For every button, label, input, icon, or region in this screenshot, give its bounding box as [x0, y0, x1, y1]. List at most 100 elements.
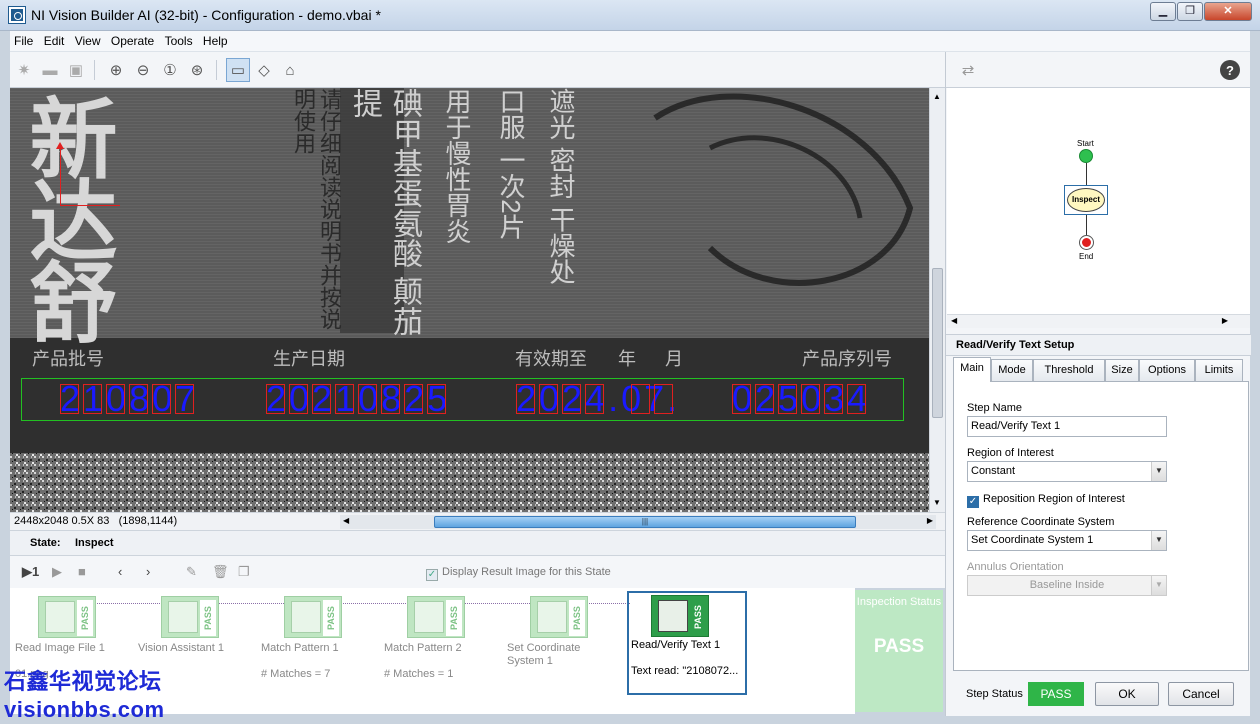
stop-icon[interactable]: ■: [78, 564, 86, 579]
step-match-pattern-2[interactable]: PASS Match Pattern 2 # Matches = 1: [379, 592, 499, 710]
image-hscroll[interactable]: ◀ ||| ▶: [340, 515, 936, 529]
chevron-down-icon: ▼: [1151, 576, 1166, 595]
char-box: [562, 384, 581, 414]
vertical-text-3: 碘甲基蛋氨酸 颠茄提: [348, 88, 421, 337]
roi-label: Region of Interest: [967, 447, 1054, 459]
tab-threshold[interactable]: Threshold: [1033, 359, 1105, 381]
label-year: 年: [618, 349, 636, 369]
setup-tabs: Main Mode Threshold Size Options Limits: [953, 357, 1249, 382]
label-batch: 产品批号: [32, 349, 104, 369]
delete-step-icon[interactable]: 🗑: [212, 564, 229, 580]
tab-main[interactable]: Main: [953, 357, 991, 382]
ok-button[interactable]: OK: [1095, 682, 1159, 706]
state-bar: State: Inspect: [10, 530, 945, 556]
annulus-label: Annulus Orientation: [967, 561, 1064, 573]
roi-select[interactable]: Constant ▼: [967, 461, 1167, 482]
step-name-input[interactable]: Read/Verify Text 1: [967, 416, 1167, 437]
char-box: [516, 384, 535, 414]
image-info: 2448x2048 0.5X 83: [14, 515, 110, 527]
vision-assistant-icon: PASS: [161, 596, 219, 638]
char-box: [585, 384, 604, 414]
zoom-out-icon[interactable]: ⊖: [131, 58, 155, 82]
step-read-verify-text[interactable]: PASS Read/Verify Text 1 Text read: "2108…: [627, 591, 747, 695]
help-icon[interactable]: ?: [1220, 60, 1240, 80]
menu-bar: File Edit View Operate Tools Help: [10, 31, 1250, 52]
step-match-pattern-1[interactable]: PASS Match Pattern 1 # Matches = 7: [256, 592, 376, 710]
run-icon[interactable]: ▶: [52, 564, 62, 580]
coord-axis-x: [60, 205, 120, 206]
start-node-icon[interactable]: [1079, 149, 1093, 163]
char-box: [847, 384, 866, 414]
tab-mode[interactable]: Mode: [991, 359, 1033, 381]
label-serial: 产品序列号: [802, 349, 892, 369]
char-box: [60, 384, 79, 414]
display-result-checkbox[interactable]: ✓ Display Result Image for this State: [426, 566, 611, 581]
setup-main-tab: Step Name Read/Verify Text 1 Region of I…: [953, 381, 1249, 671]
char-box: [654, 384, 673, 414]
char-box: [335, 384, 354, 414]
setup-footer: Step Status PASS OK Cancel: [946, 678, 1251, 716]
char-box: [381, 384, 400, 414]
tab-size[interactable]: Size: [1105, 359, 1139, 381]
hscroll-thumb[interactable]: |||: [434, 516, 856, 528]
read-text-icon: PASS: [651, 595, 709, 637]
flow-layout-icon[interactable]: ⇄: [956, 58, 980, 82]
next-step-icon[interactable]: ›: [146, 564, 150, 579]
char-box: [289, 384, 308, 414]
chevron-down-icon: ▼: [1151, 462, 1166, 481]
reposition-roi-checkbox[interactable]: ✓ Reposition Region of Interest: [967, 493, 1125, 508]
rectangle-tool-icon[interactable]: ▭: [226, 58, 250, 82]
step-status-badge: PASS: [1028, 682, 1084, 706]
char-box: [824, 384, 843, 414]
run-once-icon[interactable]: ▶1: [22, 564, 39, 580]
char-box: [175, 384, 194, 414]
close-button[interactable]: ✕: [1204, 2, 1252, 21]
label-expiry: 有效期至: [515, 349, 587, 369]
prev-step-icon[interactable]: ‹: [118, 564, 122, 579]
open-folder-icon[interactable]: ▬: [38, 58, 62, 82]
image-vscroll[interactable]: ▲ ▼: [929, 88, 945, 512]
maximize-button[interactable]: ❐: [1177, 2, 1203, 21]
char-box: [631, 384, 650, 414]
copy-step-icon[interactable]: ❐: [238, 564, 250, 580]
step-set-coordinate-system[interactable]: PASS Set Coordinate System 1: [502, 592, 622, 710]
vertical-text-4: 用于慢性胃炎: [442, 88, 472, 244]
char-box: [801, 384, 820, 414]
char-box: [152, 384, 171, 414]
chevron-down-icon: ▼: [1151, 531, 1166, 550]
edit-step-icon[interactable]: ✎: [186, 564, 197, 580]
menu-tools[interactable]: Tools: [161, 31, 196, 48]
minimize-button[interactable]: ▁: [1150, 2, 1176, 21]
flow-hscroll[interactable]: ◀ ▶: [947, 314, 1250, 328]
zoom-in-icon[interactable]: ⊕: [104, 58, 128, 82]
tab-limits[interactable]: Limits: [1195, 359, 1243, 381]
zoom-fit-icon[interactable]: ⊛: [185, 58, 209, 82]
menu-help[interactable]: Help: [199, 31, 231, 48]
watermark: 石鑫华视觉论坛 visionbbs.com: [4, 669, 165, 722]
image-display[interactable]: 新达舒 请仔细阅读说明书并按说明使用 碘甲基蛋氨酸 颠茄提 用于慢性胃炎 口服 …: [10, 88, 929, 512]
tab-options[interactable]: Options: [1139, 359, 1195, 381]
save-icon[interactable]: ▣: [64, 58, 88, 82]
menu-view[interactable]: View: [71, 31, 104, 48]
state-label: State:: [30, 537, 61, 549]
end-node-icon[interactable]: [1079, 235, 1094, 250]
new-icon[interactable]: ✷: [12, 58, 36, 82]
polygon-tool-icon[interactable]: ⌂: [278, 58, 302, 82]
vertical-text-6: 遮光 密封 干燥处: [546, 88, 576, 285]
char-box: [312, 384, 331, 414]
state-value: Inspect: [75, 537, 114, 549]
inspection-status-value: PASS: [873, 636, 925, 657]
window-title: NI Vision Builder AI (32-bit) - Configur…: [31, 7, 381, 23]
match-pattern-icon: PASS: [407, 596, 465, 638]
rotated-rect-tool-icon[interactable]: ◇: [252, 58, 276, 82]
char-box: [106, 384, 125, 414]
inspect-state-node[interactable]: Inspect: [1064, 185, 1108, 215]
cancel-button[interactable]: Cancel: [1168, 682, 1234, 706]
menu-operate[interactable]: Operate: [107, 31, 157, 48]
menu-file[interactable]: File: [10, 31, 36, 48]
ref-cs-select[interactable]: Set Coordinate System 1 ▼: [967, 530, 1167, 551]
menu-edit[interactable]: Edit: [40, 31, 68, 48]
char-box: [83, 384, 102, 414]
zoom-1to1-icon[interactable]: ①: [158, 58, 182, 82]
step-status-label: Step Status: [966, 688, 1023, 700]
